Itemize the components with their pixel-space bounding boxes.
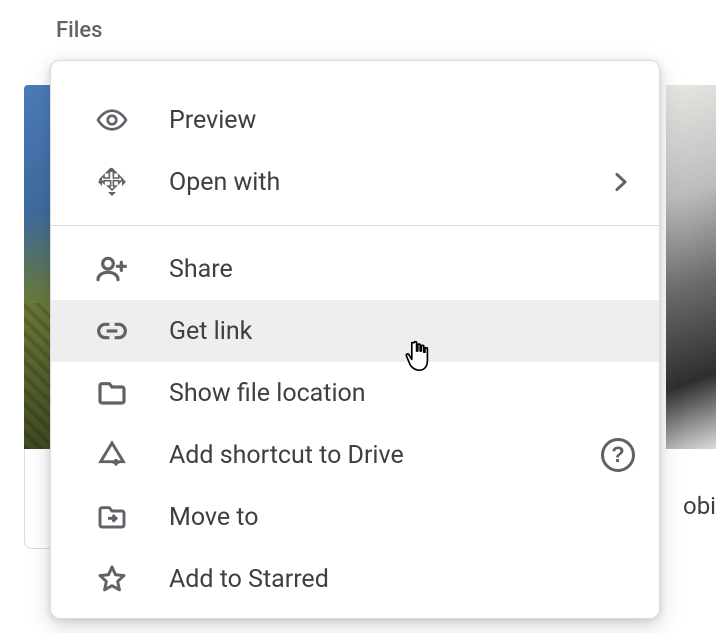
person-add-icon xyxy=(95,252,129,286)
drive-shortcut-icon xyxy=(95,438,129,472)
menu-item-open-with[interactable]: Open with xyxy=(51,151,659,213)
menu-item-add-starred[interactable]: Add to Starred xyxy=(51,548,659,610)
file-label-truncated: obi xyxy=(683,492,716,520)
star-icon xyxy=(95,562,129,596)
menu-item-add-shortcut[interactable]: Add shortcut to Drive ? xyxy=(51,424,659,486)
menu-label: Move to xyxy=(169,503,259,532)
menu-separator xyxy=(51,225,659,226)
menu-label: Get link xyxy=(169,317,252,346)
file-thumbnail-right[interactable] xyxy=(666,85,716,449)
move-arrows-icon xyxy=(95,165,129,199)
section-heading-files: Files xyxy=(56,18,102,43)
menu-label: Add to Starred xyxy=(169,565,329,594)
menu-item-get-link[interactable]: Get link xyxy=(51,300,659,362)
folder-move-icon xyxy=(95,500,129,534)
menu-item-preview[interactable]: Preview xyxy=(51,89,659,151)
help-icon[interactable]: ? xyxy=(601,438,635,472)
menu-item-share[interactable]: Share xyxy=(51,238,659,300)
menu-label: Preview xyxy=(169,106,256,135)
menu-item-show-location[interactable]: Show file location xyxy=(51,362,659,424)
menu-label: Add shortcut to Drive xyxy=(169,441,404,470)
link-icon xyxy=(95,314,129,348)
chevron-right-icon xyxy=(607,168,635,196)
context-menu: Preview Open with Share xyxy=(50,60,660,619)
folder-icon xyxy=(95,376,129,410)
menu-label: Open with xyxy=(169,168,280,197)
menu-label: Share xyxy=(169,255,233,284)
menu-label: Show file location xyxy=(169,379,366,408)
menu-item-move-to[interactable]: Move to xyxy=(51,486,659,548)
eye-icon xyxy=(95,103,129,137)
